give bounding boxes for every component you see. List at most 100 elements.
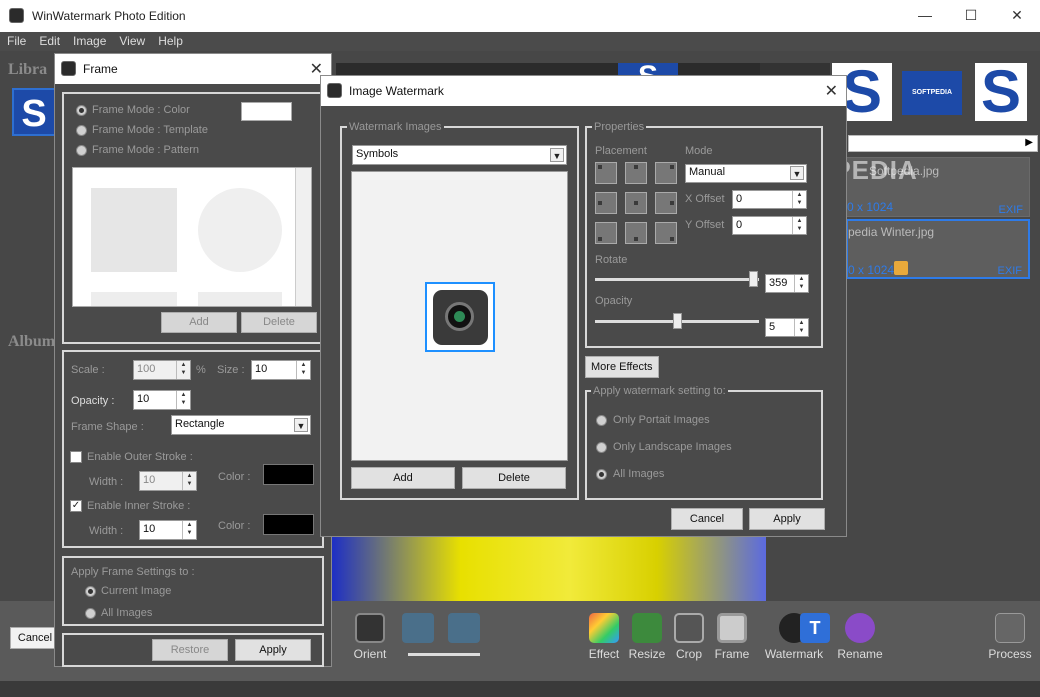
opacity-slider-thumb[interactable] (673, 313, 682, 329)
template-thumb[interactable] (91, 188, 177, 272)
menu-edit[interactable]: Edit (32, 32, 66, 48)
opacity-spinner[interactable]: ▲ ▼ (794, 319, 808, 336)
menu-bar: File Edit Image View Help (0, 32, 1040, 51)
opacity-input[interactable]: 5 ▲ ▼ (765, 318, 809, 337)
watermark-apply-button[interactable]: Apply (749, 508, 825, 530)
thumb-s[interactable]: S (975, 62, 1027, 122)
watermark-item-selected[interactable] (425, 282, 495, 352)
watermark-dialog-titlebar: Image Watermark ✕ (321, 76, 846, 106)
x-offset-spinner[interactable]: ▲ ▼ (792, 191, 806, 208)
file-item-selected[interactable]: pedia Winter.jpg 0 x 1024 EXIF (846, 219, 1030, 279)
watermark-category-select[interactable]: Symbols ▼ (352, 145, 567, 165)
flip-vertical-icon[interactable] (448, 613, 480, 643)
template-scrollbar[interactable] (295, 168, 311, 306)
placement-middle-left[interactable] (595, 192, 617, 214)
rename-tool[interactable]: Rename (832, 613, 888, 661)
inner-stroke-checkbox[interactable]: ✓ (70, 500, 82, 512)
radio-mode-color[interactable] (76, 105, 87, 116)
template-delete-button[interactable]: Delete (241, 312, 317, 333)
placement-top-center[interactable] (625, 162, 647, 184)
frame-color-swatch[interactable] (241, 102, 292, 121)
opacity-spinner[interactable]: ▲ ▼ (176, 391, 190, 409)
radio-mode-template[interactable] (76, 125, 87, 136)
template-list[interactable] (72, 167, 312, 307)
thumb-softpedia-logo[interactable]: SOFTPEDIA (902, 71, 962, 115)
frame-apply-button[interactable]: Apply (235, 639, 311, 661)
radio-only-portrait[interactable] (596, 415, 607, 426)
radio-all-images[interactable] (85, 608, 96, 619)
inner-width-spinner[interactable]: ▲ ▼ (182, 521, 196, 539)
template-thumb[interactable] (91, 292, 177, 306)
exif-link[interactable]: EXIF (999, 204, 1023, 216)
outer-stroke-checkbox[interactable] (70, 451, 82, 463)
scale-spinner[interactable]: ▲ ▼ (176, 361, 190, 379)
radio-current-image[interactable] (85, 586, 96, 597)
scale-input[interactable]: 100 ▲ ▼ (133, 360, 191, 380)
frame-dialog-titlebar: Frame ✕ (55, 54, 331, 84)
opacity-input[interactable]: 10 ▲ ▼ (133, 390, 191, 410)
placement-top-right[interactable] (655, 162, 677, 184)
all-images-label: All Images (101, 607, 153, 619)
placement-bottom-right[interactable] (655, 222, 677, 244)
menu-help[interactable]: Help (151, 32, 189, 48)
placement-middle-right[interactable] (655, 192, 677, 214)
menu-image[interactable]: Image (66, 32, 112, 48)
watermark-cancel-button[interactable]: Cancel (671, 508, 743, 530)
template-add-button[interactable]: Add (161, 312, 237, 333)
inner-color-swatch[interactable] (263, 514, 314, 535)
text-watermark-icon[interactable]: T (800, 613, 830, 643)
frame-shape-select[interactable]: Rectangle ▼ (171, 415, 311, 435)
cancel-button[interactable]: Cancel (10, 627, 60, 649)
app-icon (61, 61, 76, 76)
placement-grid[interactable] (595, 162, 685, 252)
inner-width-input[interactable]: 10 ▲ ▼ (139, 520, 197, 540)
watermark-image-list[interactable] (351, 171, 568, 461)
placement-center[interactable] (625, 192, 647, 214)
process-icon (995, 613, 1025, 643)
maximize-icon[interactable]: ☐ (948, 0, 994, 30)
placement-bottom-center[interactable] (625, 222, 647, 244)
menu-file[interactable]: File (0, 32, 32, 48)
frame-shape-label: Frame Shape : (71, 421, 144, 433)
x-offset-input[interactable]: 0 ▲ ▼ (732, 190, 807, 209)
watermark-add-button[interactable]: Add (351, 467, 455, 489)
crop-icon (674, 613, 704, 643)
rotate-input[interactable]: 359 ▲ ▼ (765, 274, 809, 293)
flip-horizontal-icon[interactable] (402, 613, 434, 643)
menu-view[interactable]: View (112, 32, 151, 48)
placement-top-left[interactable] (595, 162, 617, 184)
rotate-slider-thumb[interactable] (749, 271, 758, 287)
process-tool[interactable]: Process (982, 613, 1038, 661)
frame-tool[interactable]: Frame (704, 613, 760, 661)
rotate-slider[interactable] (595, 278, 759, 281)
outer-width-input[interactable]: 10 ▲ ▼ (139, 471, 197, 491)
exif-link[interactable]: EXIF (998, 265, 1022, 277)
y-offset-input[interactable]: 0 ▲ ▼ (732, 216, 807, 235)
minimize-icon[interactable]: — (902, 0, 948, 30)
only-landscape-label: Only Landscape Images (613, 441, 732, 453)
placement-bottom-left[interactable] (595, 222, 617, 244)
more-effects-button[interactable]: More Effects (585, 356, 659, 378)
y-offset-spinner[interactable]: ▲ ▼ (792, 217, 806, 234)
template-thumb[interactable] (198, 188, 282, 272)
outer-color-swatch[interactable] (263, 464, 314, 485)
rotate-spinner[interactable]: ▲ ▼ (794, 275, 808, 292)
template-thumb[interactable] (198, 292, 282, 306)
library-thumb[interactable]: S (12, 88, 56, 136)
watermark-delete-button[interactable]: Delete (462, 467, 566, 489)
restore-button[interactable]: Restore (152, 639, 228, 661)
chevron-right-icon[interactable]: ▶ (1025, 137, 1033, 148)
radio-all-images[interactable] (596, 469, 607, 480)
orient-tool[interactable]: Orient (342, 613, 398, 661)
mode-template-label: Frame Mode : Template (92, 124, 208, 136)
size-input[interactable]: 10 ▲ ▼ (251, 360, 311, 380)
radio-mode-pattern[interactable] (76, 145, 87, 156)
mode-color-label: Frame Mode : Color (92, 104, 190, 116)
radio-only-landscape[interactable] (596, 442, 607, 453)
thumb-scrollbar[interactable]: ▶ (848, 135, 1038, 152)
mode-select[interactable]: Manual ▼ (685, 164, 807, 183)
close-icon[interactable]: ✕ (994, 0, 1040, 30)
outer-width-spinner[interactable]: ▲ ▼ (182, 472, 196, 490)
close-icon[interactable]: ✕ (825, 81, 838, 101)
size-spinner[interactable]: ▲ ▼ (296, 361, 310, 379)
